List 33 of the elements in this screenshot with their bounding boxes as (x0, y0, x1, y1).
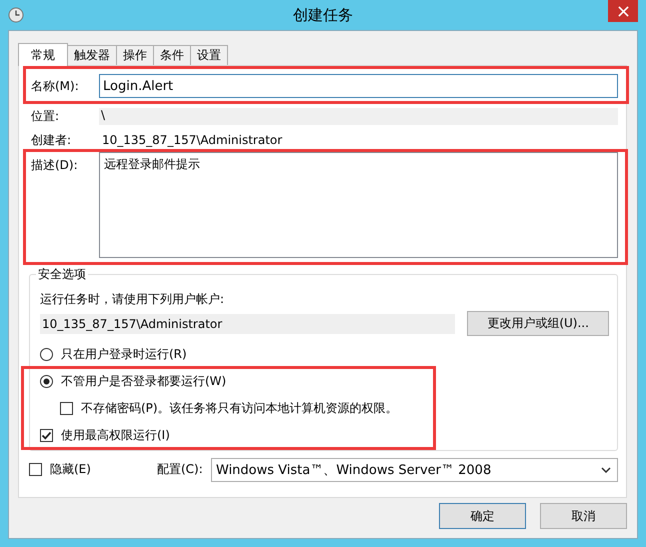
account-prompt: 运行任务时，请使用下列用户帐户: (40, 291, 226, 308)
author-value: 10_135_87_157\Administrator (101, 133, 284, 147)
option-label: 不管用户是否登录都要运行(W) (61, 373, 226, 390)
location-value: \ (99, 108, 618, 124)
checkbox[interactable] (29, 463, 42, 476)
field-label: 位置: (31, 108, 60, 124)
radio-button[interactable] (40, 375, 53, 388)
configure-dropdown[interactable]: Windows Vista™、Windows Server™ 2008 (211, 458, 618, 482)
checkbox[interactable] (40, 429, 53, 442)
field-label: 名称(M): (31, 78, 80, 94)
option-label: 使用最高权限运行(I) (61, 427, 170, 444)
dialog-button[interactable]: 确定 (439, 503, 526, 529)
checkbox[interactable] (60, 402, 73, 415)
name-field[interactable]: Login.Alert (99, 74, 618, 98)
close-button[interactable] (608, 0, 638, 22)
tab[interactable]: 设置 (190, 45, 228, 65)
chevron-down-icon (601, 466, 611, 472)
field-label: 配置(C): (157, 461, 204, 478)
description-field[interactable]: 远程登录邮件提示 (99, 152, 618, 258)
clock-icon (8, 7, 24, 23)
change-user-button[interactable]: 更改用户或组(U)... (467, 311, 609, 336)
option-label: 不存储密码(P)。该任务将只有访问本地计算机资源的权限。 (81, 400, 398, 417)
option-label: 只在用户登录时运行(R) (61, 346, 187, 363)
tab[interactable]: 常规 (18, 43, 68, 66)
option-label: 隐藏(E) (50, 461, 91, 478)
dialog-button[interactable]: 取消 (540, 503, 627, 529)
group-title: 安全选项 (36, 266, 88, 283)
field-label: 创建者: (31, 132, 72, 148)
account-value: 10_135_87_157\Administrator (40, 314, 456, 334)
radio-button[interactable] (40, 348, 53, 361)
field-label: 描述(D): (31, 157, 79, 174)
window-title: 创建任务 (292, 6, 354, 25)
close-icon (618, 6, 628, 16)
